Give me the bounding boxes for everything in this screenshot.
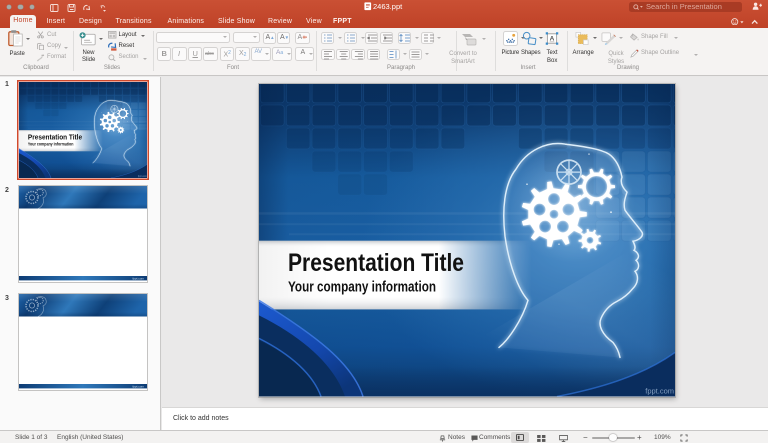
svg-text:A: A: [550, 35, 555, 42]
